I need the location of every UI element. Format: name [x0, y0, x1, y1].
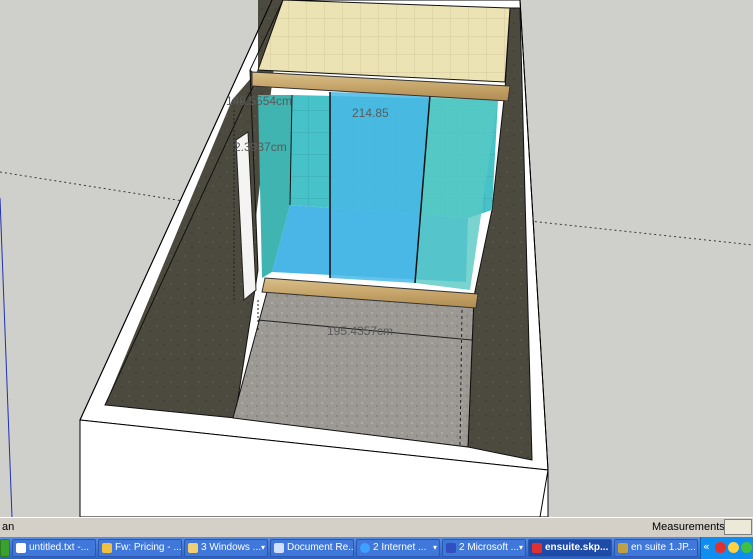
windows-taskbar: untitled.txt -... Fw: Pricing - ... 3 Wi…: [0, 537, 753, 559]
taskbar-item-notepad[interactable]: untitled.txt -...: [12, 539, 96, 557]
taskbar-item-windows-explorer[interactable]: 3 Windows ... ▾: [184, 539, 268, 557]
taskbar-item-internet-explorer[interactable]: 2 Internet ... ▾: [356, 539, 440, 557]
taskbar-item-document-recovery[interactable]: Document Re...: [270, 539, 354, 557]
measurements-input[interactable]: [724, 519, 752, 535]
security-icon[interactable]: [715, 542, 726, 553]
image-viewer-icon: [618, 543, 628, 553]
dimension-label-floor-width: 195.4357cm: [327, 324, 393, 338]
measurements-label: Measurements: [652, 521, 725, 533]
chevron-down-icon: ▾: [518, 543, 523, 552]
status-text: an: [2, 521, 15, 533]
taskbar-item-email[interactable]: Fw: Pricing - ...: [98, 539, 182, 557]
shower-center-glass: [330, 92, 430, 283]
folder-icon: [188, 543, 198, 553]
taskbar-item-microsoft-word[interactable]: 2 Microsoft ... ▾: [442, 539, 526, 557]
axis-line-blue: [0, 197, 13, 517]
network-icon[interactable]: [728, 542, 739, 553]
taskbar-item-image-viewer[interactable]: en suite 1.JP...: [614, 539, 698, 557]
internet-explorer-icon: [360, 543, 370, 553]
word-icon: [446, 543, 456, 553]
taskbar-item-sketchup[interactable]: ensuite.skp...: [528, 539, 612, 557]
sketchup-icon: [532, 543, 542, 553]
back-tiled-wall: [257, 0, 511, 83]
notepad-icon: [16, 543, 26, 553]
sketchup-viewport[interactable]: 149.5554cm 2.3937cm 214.85 195.4357cm: [0, 0, 753, 517]
3d-model-scene[interactable]: 149.5554cm 2.3937cm 214.85 195.4357cm: [0, 0, 753, 517]
tray-expand-chevron-icon[interactable]: «: [703, 540, 710, 553]
system-tray: «: [700, 537, 753, 559]
chevron-down-icon: ▾: [260, 543, 265, 552]
status-bar: an Measurements: [0, 517, 753, 537]
document-icon: [274, 543, 284, 553]
dimension-label-back-width: 214.85: [352, 106, 389, 120]
email-icon: [102, 543, 112, 553]
dimension-label-side-height: 2.3937cm: [234, 140, 287, 154]
volume-icon[interactable]: [741, 542, 752, 553]
chevron-down-icon: ▾: [432, 543, 437, 552]
axis-line-green: [519, 219, 753, 246]
dimension-label-top-width: 149.5554cm: [226, 94, 292, 108]
start-button[interactable]: [0, 539, 10, 557]
